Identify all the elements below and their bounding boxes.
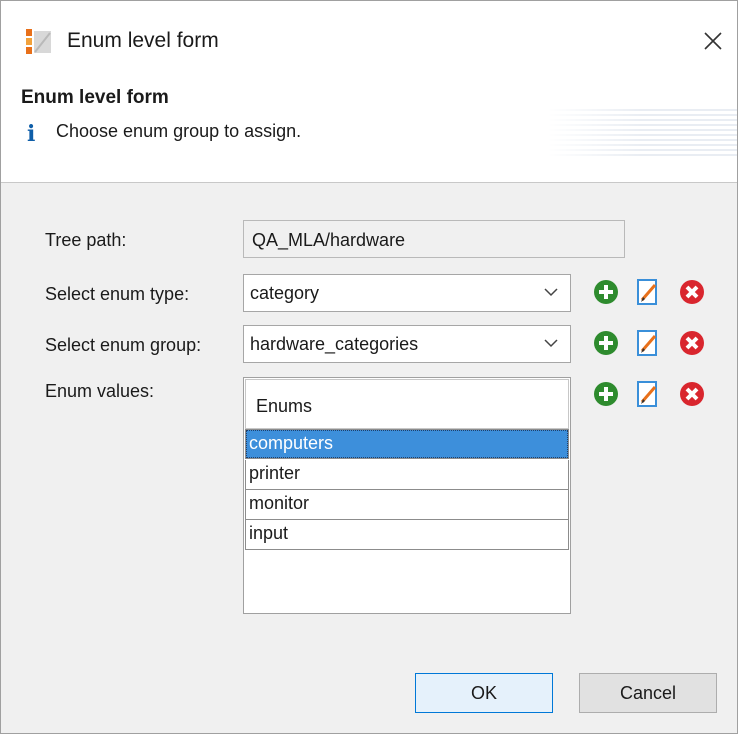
enum-type-actions: [591, 277, 723, 311]
header-banner: Enum level form i Choose enum group to a…: [1, 81, 737, 183]
tree-path-label: Tree path:: [45, 230, 127, 250]
title-bar: Enum level form: [1, 1, 737, 81]
close-button[interactable]: [695, 23, 731, 59]
dialog-window: Enum level form Enum level form i Choose…: [0, 0, 738, 734]
edit-icon[interactable]: [633, 277, 663, 307]
chevron-down-icon: [544, 288, 558, 297]
chevron-down-icon: [544, 339, 558, 348]
add-icon[interactable]: [591, 379, 621, 409]
delete-icon[interactable]: [677, 328, 707, 358]
enum-values-actions: [591, 379, 723, 413]
enum-group-label: Select enum group:: [45, 335, 202, 355]
enum-type-select[interactable]: category: [243, 274, 571, 312]
enums-column-header: Enums: [256, 396, 313, 416]
tree-path-field: QA_MLA/hardware: [243, 220, 625, 258]
enum-values-list[interactable]: Enums computers printer monitor input: [243, 377, 571, 614]
ok-button[interactable]: OK: [415, 673, 553, 713]
edit-icon[interactable]: [633, 379, 663, 409]
delete-icon[interactable]: [677, 277, 707, 307]
enum-type-label: Select enum type:: [45, 284, 190, 304]
form-app-icon: [26, 29, 51, 54]
cancel-button[interactable]: Cancel: [579, 673, 717, 713]
enum-item-printer[interactable]: printer: [245, 460, 569, 490]
banner-decoration: [547, 109, 737, 157]
enum-item-input[interactable]: input: [245, 520, 569, 550]
window-title: Enum level form: [67, 29, 219, 52]
enum-values-label: Enum values:: [45, 381, 155, 401]
delete-icon[interactable]: [677, 379, 707, 409]
add-icon[interactable]: [591, 277, 621, 307]
enum-group-actions: [591, 328, 723, 362]
enum-group-select[interactable]: hardware_categories: [243, 325, 571, 363]
close-icon: [704, 32, 722, 50]
enum-item-monitor[interactable]: monitor: [245, 490, 569, 520]
enum-item-computers[interactable]: computers: [245, 429, 569, 459]
edit-icon[interactable]: [633, 328, 663, 358]
info-icon: i: [27, 121, 36, 147]
add-icon[interactable]: [591, 328, 621, 358]
enum-group-value: hardware_categories: [250, 334, 419, 354]
banner-title: Enum level form: [21, 87, 169, 108]
enum-type-value: category: [250, 283, 320, 303]
banner-message: Choose enum group to assign.: [56, 121, 302, 141]
enum-list-header: Enums: [245, 379, 569, 429]
